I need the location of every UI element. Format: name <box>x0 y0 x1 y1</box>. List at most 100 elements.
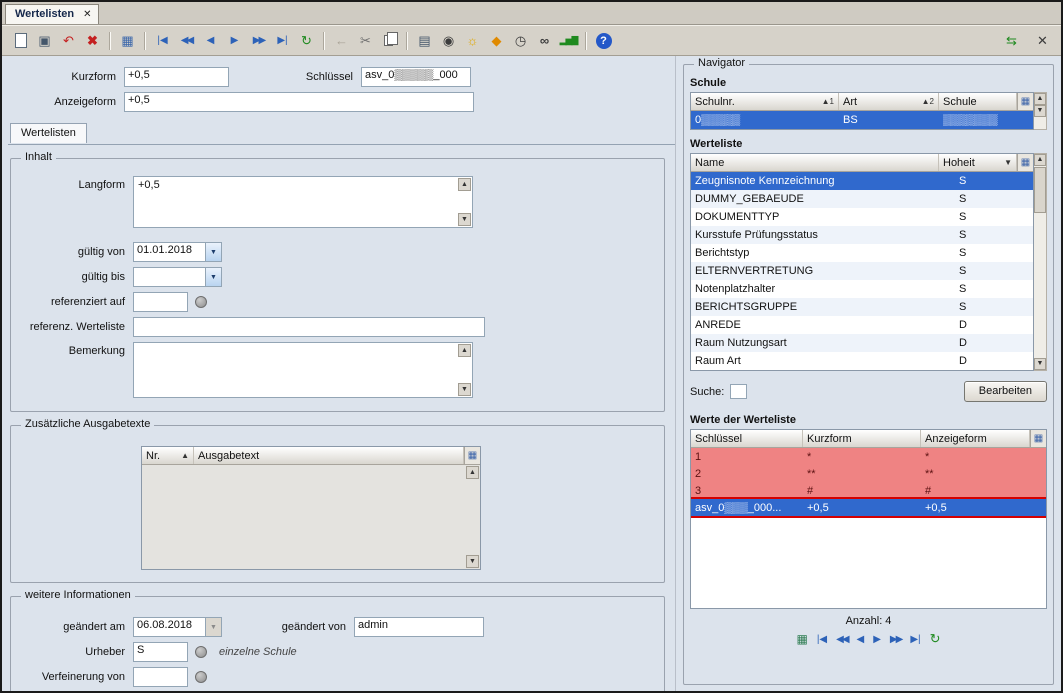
scroll-down-icon[interactable]: ▼ <box>1034 105 1046 117</box>
undo-icon[interactable]: ↶ <box>57 30 80 52</box>
werteliste-row[interactable]: DOKUMENTTYP S <box>691 208 1033 226</box>
bemerkung-textarea[interactable]: ▲ ▼ <box>133 342 473 398</box>
tab-close-icon[interactable]: ✕ <box>83 9 91 20</box>
hint-icon[interactable]: ☼ <box>461 30 484 52</box>
save-icon[interactable]: ▣ <box>33 30 56 52</box>
statistics-icon[interactable]: ▂▅▇ <box>557 30 580 52</box>
geaendert-am-input[interactable]: 06.08.2018 <box>133 617 205 637</box>
werteliste-row[interactable]: Raum Nutzungsart D <box>691 334 1033 352</box>
werteliste-row[interactable]: Notenplatzhalter S <box>691 280 1033 298</box>
werte-row[interactable]: asv_0▒▒▒_000... +0,5 +0,5 <box>691 499 1046 516</box>
search-input[interactable] <box>730 384 747 399</box>
nav-prev-fast-icon[interactable]: ◀◀ <box>175 30 198 52</box>
verfeinerung-von-input[interactable] <box>133 667 188 687</box>
scroll-down-icon[interactable]: ▼ <box>458 213 471 226</box>
nav-next-fast-icon[interactable]: ▶▶ <box>247 30 270 52</box>
col-hoheit[interactable]: Hoheit ▼ <box>939 154 1017 171</box>
schluessel-input[interactable]: asv_0▒▒▒▒▒_000 <box>361 67 471 87</box>
gueltig-bis-datepicker[interactable]: ▼ <box>133 267 222 287</box>
col-schule[interactable]: Schule <box>939 93 1017 110</box>
form-tab-wertelisten[interactable]: Wertelisten <box>10 123 87 143</box>
cut-icon[interactable]: ✂ <box>354 30 377 52</box>
werteliste-row[interactable]: Kursstufe Prüfungsstatus S <box>691 226 1033 244</box>
nav-prev-icon[interactable]: ◀ <box>199 30 222 52</box>
chevron-down-icon[interactable]: ▼ <box>205 242 222 262</box>
delete-icon[interactable]: ✖ <box>81 30 104 52</box>
langform-textarea[interactable]: +0,5 ▲ ▼ <box>133 176 473 228</box>
chevron-down-icon[interactable]: ▼ <box>205 267 222 287</box>
referenz-werteliste-input[interactable] <box>133 317 485 337</box>
col-schluessel[interactable]: Schlüssel <box>691 430 803 447</box>
werteliste-row[interactable]: DUMMY_GEBAEUDE S <box>691 190 1033 208</box>
table-config-icon[interactable]: ▦ <box>1017 154 1033 171</box>
scroll-up-icon[interactable]: ▲ <box>1034 93 1046 105</box>
werte-row[interactable]: 2 ** ** <box>691 465 1046 482</box>
referenziert-auf-input[interactable] <box>133 292 188 312</box>
table-config-icon[interactable]: ▦ <box>464 447 480 464</box>
geaendert-am-datepicker[interactable]: 06.08.2018 ▼ <box>133 617 222 637</box>
bearbeiten-button[interactable]: Bearbeiten <box>964 381 1047 402</box>
col-kurzform[interactable]: Kurzform <box>803 430 921 447</box>
scroll-up-icon[interactable]: ▲ <box>458 344 471 357</box>
col-art[interactable]: Art ▲2 <box>839 93 939 110</box>
scroll-up-icon[interactable]: ▲ <box>466 466 479 479</box>
scroll-down-icon[interactable]: ▼ <box>466 555 479 568</box>
scroll-up-icon[interactable]: ▲ <box>1034 154 1046 166</box>
table-config-icon[interactable]: ▦ <box>1030 430 1046 447</box>
nav-last-icon[interactable]: ▶| <box>271 30 294 52</box>
pager-first-icon[interactable]: |◀ <box>817 634 827 645</box>
lookup-circle-button[interactable] <box>195 646 207 658</box>
lookup-circle-button[interactable] <box>195 671 207 683</box>
urheber-input[interactable]: S <box>133 642 188 662</box>
pager-last-icon[interactable]: ▶| <box>910 634 920 645</box>
table-config-icon[interactable]: ▦ <box>1017 93 1033 110</box>
kurzform-input[interactable]: +0,5 <box>124 67 229 87</box>
scrollbar-thumb[interactable] <box>1034 167 1046 213</box>
schule-row[interactable]: 0▒▒▒▒▒ BS ▒▒▒▒▒▒▒ <box>691 111 1033 129</box>
col-name[interactable]: Name <box>691 154 939 171</box>
nav-first-icon[interactable]: |◀ <box>151 30 174 52</box>
werteliste-row[interactable]: Berichtstyp S <box>691 244 1033 262</box>
pager-next-fast-icon[interactable]: ▶▶ <box>890 634 901 645</box>
werteliste-row[interactable]: BERICHTSGRUPPE S <box>691 298 1033 316</box>
back-icon[interactable]: ← <box>330 30 353 52</box>
werteliste-row[interactable]: Zeugnisnote Kennzeichnung S <box>691 172 1033 190</box>
col-ausgabetext[interactable]: Ausgabetext <box>194 447 464 464</box>
werteliste-row[interactable]: ANREDE D <box>691 316 1033 334</box>
clock-icon[interactable]: ◷ <box>509 30 532 52</box>
close-panel-icon[interactable]: ✕ <box>1031 30 1054 52</box>
binoculars-icon[interactable]: ∞ <box>533 30 556 52</box>
gueltig-von-input[interactable]: 01.01.2018 <box>133 242 205 262</box>
scroll-down-icon[interactable]: ▼ <box>458 383 471 396</box>
gueltig-bis-input[interactable] <box>133 267 205 287</box>
col-nr[interactable]: Nr. ▲ <box>142 447 194 464</box>
gueltig-von-datepicker[interactable]: 01.01.2018 ▼ <box>133 242 222 262</box>
geaendert-von-input[interactable]: admin <box>354 617 484 637</box>
refresh-icon[interactable]: ↻ <box>295 30 318 52</box>
copy-icon[interactable] <box>378 30 401 52</box>
tab-wertelisten[interactable]: Wertelisten ✕ <box>5 4 99 24</box>
lookup-circle-button[interactable] <box>195 296 207 308</box>
pager-next-icon[interactable]: ▶ <box>873 634 881 645</box>
werteliste-row[interactable]: Raum Art D <box>691 352 1033 370</box>
edit-table-icon[interactable]: ▦ <box>116 30 139 52</box>
werte-row[interactable]: 3 # # <box>691 482 1046 499</box>
scroll-up-icon[interactable]: ▲ <box>458 178 471 191</box>
help-icon[interactable]: ? <box>592 30 615 52</box>
pager-refresh-icon[interactable]: ↻ <box>930 631 941 647</box>
werteliste-row[interactable]: ELTERNVERTRETUNG S <box>691 262 1033 280</box>
new-record-icon[interactable] <box>9 30 32 52</box>
pager-prev-fast-icon[interactable]: ◀◀ <box>836 634 847 645</box>
anzeigeform-input[interactable]: +0,5 <box>124 92 474 112</box>
print-icon[interactable]: ▤ <box>413 30 436 52</box>
sync-icon[interactable]: ⇆ <box>1000 30 1023 52</box>
col-schulnr[interactable]: Schulnr. ▲1 <box>691 93 839 110</box>
werte-row[interactable]: 1 * * <box>691 448 1046 465</box>
nav-next-icon[interactable]: ▶ <box>223 30 246 52</box>
pager-prev-icon[interactable]: ◀ <box>857 634 865 645</box>
preview-icon[interactable]: ◉ <box>437 30 460 52</box>
scroll-down-icon[interactable]: ▼ <box>1034 358 1046 370</box>
col-anzeigeform[interactable]: Anzeigeform <box>921 430 1030 447</box>
schule-scrollbar[interactable]: ▲ ▼ <box>1034 92 1047 130</box>
goto-record-icon[interactable]: ▦ <box>796 632 807 646</box>
